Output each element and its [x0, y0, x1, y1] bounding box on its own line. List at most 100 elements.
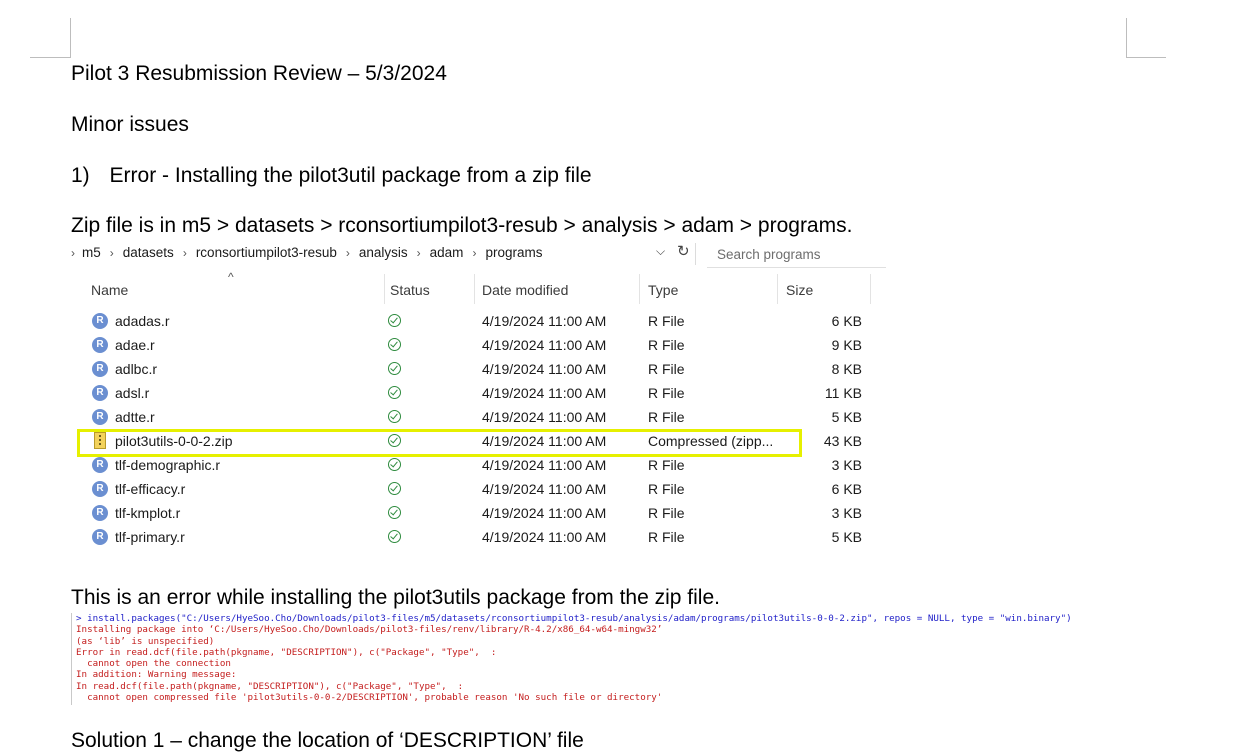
sync-ok-icon [388, 530, 401, 543]
column-divider[interactable] [474, 274, 475, 304]
file-name: tlf-primary.r [115, 529, 185, 545]
file-type: R File [648, 313, 685, 329]
column-header-name[interactable]: Name [91, 282, 128, 298]
chevron-right-icon: › [109, 245, 114, 260]
file-row[interactable]: R adadas.r 4/19/2024 11:00 AM R File 6 K… [71, 310, 886, 334]
file-size: 5 KB [831, 529, 862, 545]
column-header-type[interactable]: Type [648, 282, 678, 298]
sync-ok-icon [388, 338, 401, 351]
sync-ok-icon [388, 386, 401, 399]
divider [695, 243, 696, 265]
file-type: R File [648, 337, 685, 353]
column-header-status[interactable]: Status [390, 282, 430, 298]
crop-mark-top-left-h [30, 57, 71, 58]
file-name: adae.r [115, 337, 155, 353]
breadcrumb-item[interactable]: programs [485, 245, 542, 260]
sync-ok-icon [388, 458, 401, 471]
console-output-line: cannot open the connection [76, 658, 231, 670]
chevron-right-icon: › [416, 245, 421, 260]
solution-heading: Solution 1 – change the location of ‘DES… [71, 729, 584, 752]
r-file-icon: R [92, 313, 108, 329]
list-item-1: 1) Error - Installing the pilot3util pac… [71, 164, 592, 188]
crop-mark-top-right-h [1126, 57, 1166, 58]
file-date: 4/19/2024 11:00 AM [482, 361, 607, 377]
column-header-date[interactable]: Date modified [482, 282, 568, 298]
file-row[interactable]: R tlf-kmplot.r 4/19/2024 11:00 AM R File… [71, 502, 886, 526]
sort-ascending-icon: ^ [228, 270, 234, 284]
console-command-line: > install.packages("C:/Users/HyeSoo.Cho/… [76, 613, 1072, 624]
file-size: 6 KB [831, 313, 862, 329]
file-size: 5 KB [831, 409, 862, 425]
sync-ok-icon [388, 410, 401, 423]
crop-mark-top-right-v [1126, 18, 1127, 58]
location-text: Zip file is in m5 > datasets > rconsorti… [71, 214, 853, 237]
r-file-icon: R [92, 337, 108, 353]
refresh-icon[interactable]: ↻ [677, 242, 690, 260]
file-size: 3 KB [831, 457, 862, 473]
chevron-right-icon: › [182, 245, 187, 260]
column-divider[interactable] [639, 274, 640, 304]
column-header-size[interactable]: Size [786, 282, 813, 298]
file-date: 4/19/2024 11:00 AM [482, 409, 607, 425]
file-row[interactable]: R tlf-primary.r 4/19/2024 11:00 AM R Fil… [71, 526, 886, 550]
file-row[interactable]: R adtte.r 4/19/2024 11:00 AM R File 5 KB [71, 406, 886, 430]
console-output-line: In read.dcf(file.path(pkgname, "DESCRIPT… [76, 680, 464, 692]
file-size: 8 KB [831, 361, 862, 377]
sync-ok-icon [388, 362, 401, 375]
file-date: 4/19/2024 11:00 AM [482, 529, 607, 545]
breadcrumb-item[interactable]: adam [430, 245, 464, 260]
sync-ok-icon [388, 314, 401, 327]
r-file-icon: R [92, 481, 108, 497]
r-file-icon: R [92, 529, 108, 545]
file-type: R File [648, 409, 685, 425]
file-type: R File [648, 505, 685, 521]
file-date: 4/19/2024 11:00 AM [482, 457, 607, 473]
column-divider[interactable] [870, 274, 871, 304]
file-size: 43 KB [823, 433, 862, 449]
breadcrumb: › m5 › datasets › rconsortiumpilot3-resu… [71, 245, 542, 260]
column-divider[interactable] [777, 274, 778, 304]
r-console-output: > install.packages("C:/Users/HyeSoo.Cho/… [71, 613, 1172, 705]
file-name: tlf-demographic.r [115, 457, 221, 473]
breadcrumb-item[interactable]: m5 [82, 245, 101, 260]
error-intro-text: This is an error while installing the pi… [71, 586, 720, 609]
console-output-line: Installing package into ‘C:/Users/HyeSoo… [76, 624, 663, 636]
file-date: 4/19/2024 11:00 AM [482, 313, 607, 329]
file-row[interactable]: R adsl.r 4/19/2024 11:00 AM R File 11 KB [71, 382, 886, 406]
file-size: 6 KB [831, 481, 862, 497]
r-file-icon: R [92, 409, 108, 425]
sync-ok-icon [388, 506, 401, 519]
chevron-right-icon: › [345, 245, 350, 260]
file-name: adtte.r [115, 409, 155, 425]
chevron-right-icon: › [472, 245, 477, 260]
highlight-box [77, 429, 802, 457]
column-divider[interactable] [384, 274, 385, 304]
file-date: 4/19/2024 11:00 AM [482, 505, 607, 521]
file-name: tlf-kmplot.r [115, 505, 181, 521]
file-row[interactable]: R adae.r 4/19/2024 11:00 AM R File 9 KB [71, 334, 886, 358]
crop-mark-top-left-v [70, 18, 71, 58]
breadcrumb-item[interactable]: analysis [359, 245, 408, 260]
file-row[interactable]: R tlf-efficacy.r 4/19/2024 11:00 AM R Fi… [71, 478, 886, 502]
list-number: 1) [71, 164, 90, 187]
file-row[interactable]: R tlf-demographic.r 4/19/2024 11:00 AM R… [71, 454, 886, 478]
console-output-line: cannot open compressed file 'pilot3utils… [76, 692, 663, 704]
file-name: tlf-efficacy.r [115, 481, 186, 497]
address-bar[interactable]: › m5 › datasets › rconsortiumpilot3-resu… [71, 242, 886, 268]
console-output-line: In addition: Warning message: [76, 669, 237, 681]
file-name: adadas.r [115, 313, 170, 329]
search-box[interactable]: Search programs [707, 242, 886, 268]
breadcrumb-item[interactable]: rconsortiumpilot3-resub [196, 245, 337, 260]
file-date: 4/19/2024 11:00 AM [482, 337, 607, 353]
r-file-icon: R [92, 457, 108, 473]
file-type: R File [648, 529, 685, 545]
file-row[interactable]: R adlbc.r 4/19/2024 11:00 AM R File 8 KB [71, 358, 886, 382]
file-size: 3 KB [831, 505, 862, 521]
console-output-line: (as ‘lib’ is unspecified) [76, 635, 215, 647]
r-file-icon: R [92, 385, 108, 401]
file-size: 9 KB [831, 337, 862, 353]
chevron-down-icon[interactable]: ⌵ [656, 244, 665, 259]
breadcrumb-item[interactable]: datasets [123, 245, 174, 260]
file-name: adlbc.r [115, 361, 158, 377]
file-date: 4/19/2024 11:00 AM [482, 385, 607, 401]
